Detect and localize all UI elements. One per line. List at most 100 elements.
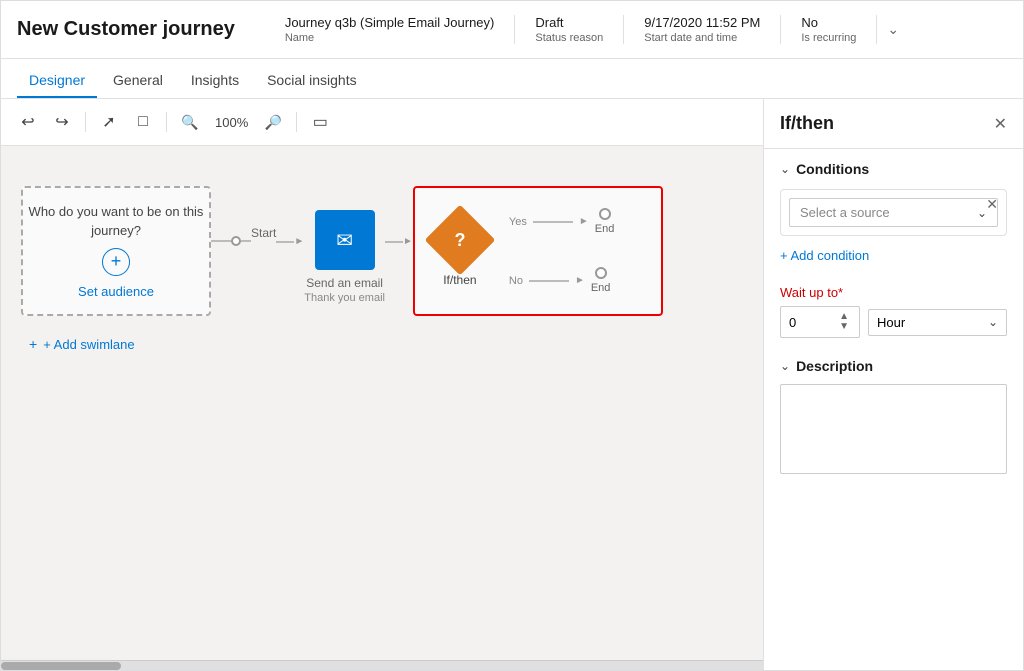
- ifthen-diamond[interactable]: ?: [425, 205, 496, 276]
- toolbar-separator-3: [296, 112, 297, 132]
- panel-header: If/then ✕: [764, 99, 1023, 149]
- tab-general[interactable]: General: [101, 64, 175, 98]
- description-section-header[interactable]: ⌄ Description: [780, 358, 1007, 374]
- nav-tabs: Designer General Insights Social insight…: [1, 59, 1023, 99]
- yes-arrow: ►: [579, 216, 589, 227]
- wait-number-value: 0: [789, 315, 796, 330]
- recurring-value: No: [801, 15, 856, 30]
- ifthen-block[interactable]: ? If/then Yes ►: [413, 186, 663, 316]
- no-end-node: [595, 267, 607, 279]
- toolbar-separator-2: [166, 112, 167, 132]
- header-recurring: No Is recurring: [781, 15, 877, 44]
- canvas-scrollbar-thumb[interactable]: [1, 662, 121, 670]
- connector-1: [211, 236, 251, 246]
- no-label: No: [509, 275, 523, 287]
- canvas-content[interactable]: Who do you want to be on this journey? +…: [1, 146, 763, 660]
- datetime-label: Start date and time: [644, 32, 760, 44]
- line-4: [385, 241, 403, 243]
- fullscreen-button[interactable]: ▭: [305, 107, 335, 137]
- start-label: Start: [251, 226, 276, 240]
- ifthen-icon: ?: [454, 230, 465, 251]
- redo-button[interactable]: ↪: [47, 107, 77, 137]
- add-swimlane-button[interactable]: + + Add swimlane: [21, 332, 743, 356]
- canvas-scrollbar[interactable]: [1, 660, 763, 670]
- zoom-out-icon[interactable]: 🔎: [258, 107, 288, 137]
- no-end-label: End: [591, 282, 611, 294]
- connector-3: ►: [385, 236, 413, 247]
- journey-flow: Who do you want to be on this journey? +…: [21, 186, 743, 316]
- wait-unit-text: Hour: [877, 315, 905, 330]
- line-2: [241, 240, 251, 242]
- yes-branch: Yes ► End: [509, 208, 614, 235]
- wait-spinners: ▲ ▼: [837, 312, 851, 332]
- recurring-label: Is recurring: [801, 32, 856, 44]
- header-expand-chevron[interactable]: ⌄: [887, 21, 899, 38]
- send-email-block[interactable]: ✉: [315, 210, 375, 270]
- header: New Customer journey Journey q3b (Simple…: [1, 1, 1023, 59]
- line-3: [276, 241, 294, 243]
- select-source-dropdown[interactable]: Select a source ⌄: [789, 198, 998, 227]
- audience-text: Who do you want to be on this journey?: [23, 203, 209, 239]
- header-meta: Journey q3b (Simple Email Journey) Name …: [265, 15, 1007, 44]
- page-title: New Customer journey: [17, 18, 235, 41]
- right-panel: If/then ✕ ⌄ Conditions ✕ Select a source…: [763, 99, 1023, 670]
- add-audience-button[interactable]: +: [102, 248, 130, 276]
- main-content: ↩ ↪ ➚ □ 🔍 100% 🔎 ▭ Who d: [1, 99, 1023, 670]
- yes-line: [533, 221, 573, 223]
- conditions-chevron: ⌄: [780, 162, 790, 176]
- tab-social-insights[interactable]: Social insights: [255, 64, 369, 98]
- header-datetime: 9/17/2020 11:52 PM Start date and time: [624, 15, 781, 44]
- app-container: New Customer journey Journey q3b (Simple…: [0, 0, 1024, 671]
- add-swimlane-icon: +: [29, 336, 37, 352]
- audience-step: Who do you want to be on this journey? +…: [21, 186, 211, 316]
- toolbar-separator-1: [85, 112, 86, 132]
- journey-name-label: Name: [285, 32, 495, 44]
- arrow-1: ►: [294, 236, 304, 247]
- conditions-section: ⌄ Conditions ✕ Select a source ⌄ + Add c…: [764, 149, 1023, 277]
- condition-remove-button[interactable]: ✕: [986, 196, 998, 213]
- start-node: [231, 236, 241, 246]
- header-journey-name: Journey q3b (Simple Email Journey) Name: [265, 15, 516, 44]
- status-label: Status reason: [535, 32, 603, 44]
- tab-insights[interactable]: Insights: [179, 64, 251, 98]
- panel-title: If/then: [780, 113, 834, 134]
- no-end: End: [591, 267, 611, 294]
- ifthen-inner: ? If/then Yes ►: [435, 208, 631, 294]
- panel-close-button[interactable]: ✕: [994, 114, 1007, 134]
- wait-row: 0 ▲ ▼ Hour ⌄: [780, 306, 1007, 338]
- undo-button[interactable]: ↩: [13, 107, 43, 137]
- arrow-2: ►: [403, 236, 413, 247]
- zoom-in-icon[interactable]: 🔍: [175, 107, 205, 137]
- split-button[interactable]: □: [128, 107, 158, 137]
- wait-unit-chevron-icon: ⌄: [988, 315, 998, 329]
- canvas-area: ↩ ↪ ➚ □ 🔍 100% 🔎 ▭ Who d: [1, 99, 763, 670]
- fit-button[interactable]: ➚: [94, 107, 124, 137]
- description-title: Description: [796, 358, 873, 374]
- description-textarea[interactable]: [780, 384, 1007, 474]
- header-status: Draft Status reason: [515, 15, 624, 44]
- conditions-title: Conditions: [796, 161, 869, 177]
- canvas-toolbar: ↩ ↪ ➚ □ 🔍 100% 🔎 ▭: [1, 99, 763, 146]
- no-branch: No ► End: [509, 267, 614, 294]
- ifthen-label: If/then: [443, 273, 476, 287]
- zoom-level: 100%: [209, 115, 254, 130]
- wait-decrement-button[interactable]: ▼: [837, 322, 851, 332]
- connector-2: ►: [276, 236, 304, 247]
- datetime-value: 9/17/2020 11:52 PM: [644, 15, 760, 30]
- yes-end-label: End: [595, 223, 615, 235]
- email-label: Send an email: [306, 276, 383, 290]
- tab-designer[interactable]: Designer: [17, 64, 97, 98]
- add-condition-button[interactable]: + Add condition: [780, 248, 869, 263]
- no-arrow: ►: [575, 275, 585, 286]
- start-step: Start: [251, 220, 276, 240]
- audience-box[interactable]: Who do you want to be on this journey? +…: [21, 186, 211, 316]
- yes-end: End: [595, 208, 615, 235]
- wait-section: Wait up to* 0 ▲ ▼ Hour ⌄: [764, 277, 1023, 350]
- ifthen-branches: Yes ► End No: [509, 208, 614, 294]
- wait-number-input[interactable]: 0 ▲ ▼: [780, 306, 860, 338]
- set-audience-link[interactable]: Set audience: [78, 284, 154, 299]
- status-value: Draft: [535, 15, 603, 30]
- conditions-section-header[interactable]: ⌄ Conditions: [780, 161, 1007, 177]
- email-icon: ✉: [336, 228, 353, 253]
- wait-unit-dropdown[interactable]: Hour ⌄: [868, 309, 1007, 336]
